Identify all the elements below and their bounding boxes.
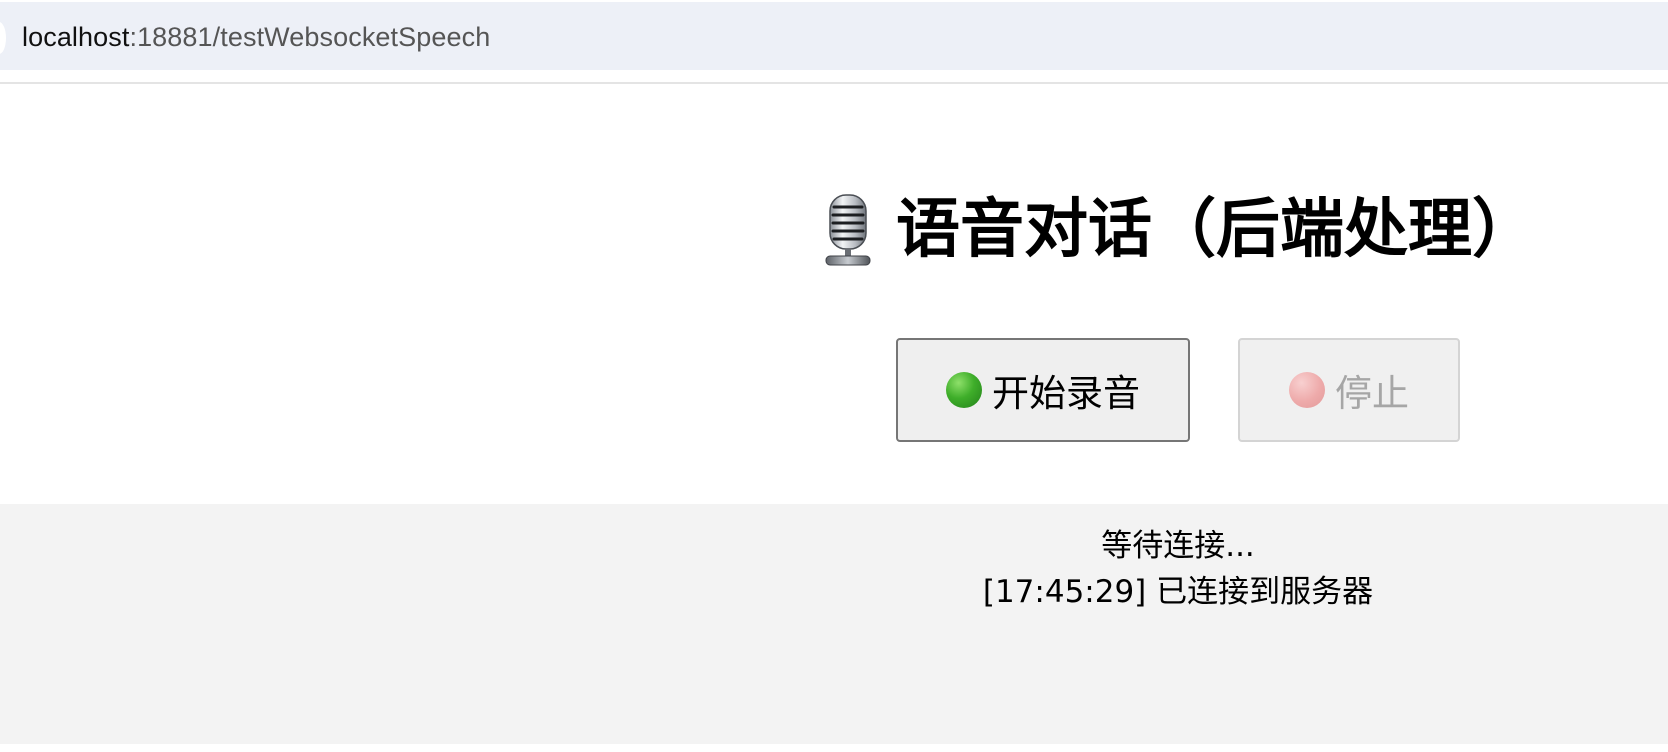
status-panel: 等待连接... [17:45:29] 已连接到服务器 — [0, 504, 1668, 744]
log-entry: [17:45:29] 已连接到服务器 — [982, 574, 1374, 610]
red-circle-icon — [1289, 372, 1325, 408]
green-circle-icon — [946, 372, 982, 408]
address-bar[interactable]: localhost:18881/testWebsocketSpeech — [0, 2, 1668, 70]
page-title: 语音对话（后端处理） — [820, 190, 1536, 270]
stop-button[interactable]: 停止 — [1238, 338, 1460, 442]
start-recording-label: 开始录音 — [992, 372, 1140, 415]
connection-status-text: 等待连接... — [1101, 528, 1255, 564]
url-text[interactable]: localhost:18881/testWebsocketSpeech — [22, 18, 490, 56]
page-title-text: 语音对话（后端处理） — [896, 193, 1536, 267]
studio-microphone-icon — [825, 194, 871, 266]
url-host: localhost — [22, 22, 130, 52]
address-bar-edge — [0, 22, 6, 54]
url-path: :18881/testWebsocketSpeech — [129, 22, 491, 52]
stop-label: 停止 — [1335, 372, 1409, 415]
toolbar-divider — [0, 82, 1668, 84]
start-recording-button[interactable]: 开始录音 — [896, 338, 1190, 442]
